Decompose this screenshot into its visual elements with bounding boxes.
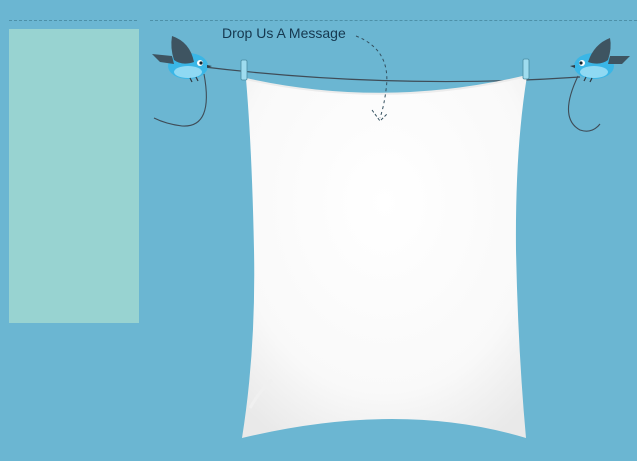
message-scene (152, 35, 630, 438)
left-string (153, 73, 207, 127)
right-bird-icon (570, 38, 630, 83)
page-title: Drop Us A Message (222, 25, 346, 41)
right-clothespin-icon (522, 58, 530, 80)
left-bird-icon (152, 36, 212, 83)
message-sheet[interactable] (242, 75, 528, 438)
left-clothespin-icon (240, 59, 248, 81)
right-string (567, 75, 601, 132)
